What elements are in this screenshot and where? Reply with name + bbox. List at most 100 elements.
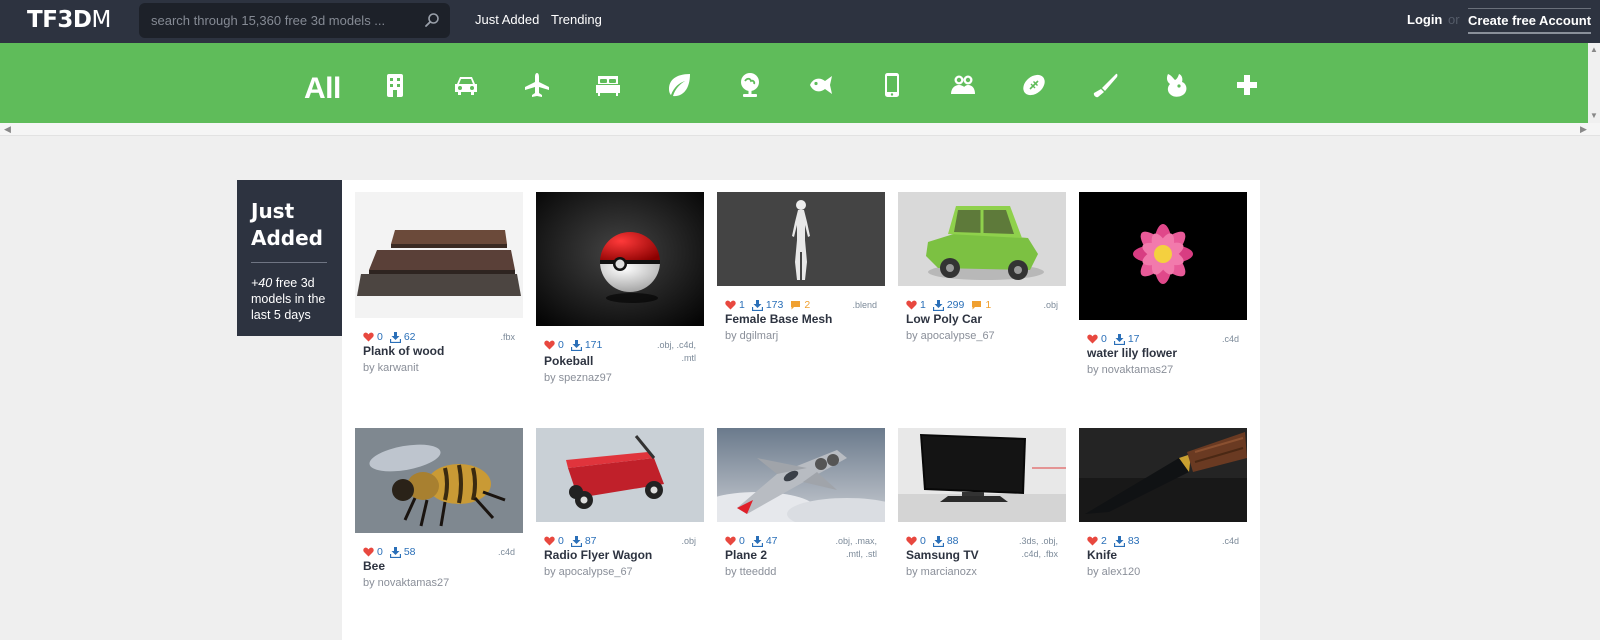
download-icon[interactable] — [570, 339, 582, 351]
download-icon[interactable] — [932, 535, 944, 547]
model-card[interactable]: 1 173 2 .blend Female Base Mesh by dgilm… — [717, 192, 885, 342]
model-author[interactable]: by tteeddd — [717, 566, 885, 578]
model-author[interactable]: by apocalypse_67 — [898, 330, 1066, 342]
tree-icon[interactable] — [737, 72, 763, 98]
model-author[interactable]: by alex120 — [1079, 566, 1247, 578]
file-formats: .obj — [1043, 300, 1058, 310]
model-author[interactable]: by marcianozx — [898, 566, 1066, 578]
model-meta: 0 171 .obj, .c4d, .mtl — [536, 331, 704, 363]
site-logo[interactable]: TF3DM — [27, 7, 111, 33]
football-icon[interactable] — [1021, 72, 1047, 98]
model-thumbnail[interactable] — [536, 428, 704, 522]
model-name[interactable]: Plank of wood — [355, 344, 523, 358]
car-icon[interactable] — [453, 72, 479, 98]
heart-icon[interactable] — [906, 536, 917, 546]
building-icon[interactable] — [382, 72, 408, 98]
model-card[interactable]: 0 47 .obj, .max, .mtl, .stl Plane 2 by t… — [697, 428, 907, 578]
download-icon[interactable] — [389, 546, 401, 558]
heart-icon[interactable] — [363, 547, 374, 557]
download-icon[interactable] — [1113, 333, 1125, 345]
model-card[interactable]: 1 299 1 .obj Low Poly Car by apocalypse_… — [898, 192, 1066, 342]
top-header: TF3DM Just Added Trending Login or Creat… — [0, 0, 1600, 43]
comment-icon[interactable] — [790, 300, 801, 310]
model-name[interactable]: water lily flower — [1079, 346, 1247, 360]
phone-icon[interactable] — [879, 72, 905, 98]
model-name[interactable]: Radio Flyer Wagon — [536, 548, 704, 562]
comment-icon[interactable] — [971, 300, 982, 310]
create-account-button[interactable]: Create free Account — [1468, 8, 1592, 34]
model-author[interactable]: by speznaz97 — [536, 372, 704, 384]
heart-icon[interactable] — [725, 536, 736, 546]
nav-trending[interactable]: Trending — [551, 12, 602, 27]
model-thumbnail[interactable] — [1079, 192, 1247, 320]
leaf-icon[interactable] — [666, 72, 692, 98]
likes-count: 0 — [920, 535, 926, 547]
model-thumbnail[interactable] — [697, 428, 907, 530]
comments-count: 1 — [985, 299, 992, 311]
category-all[interactable]: All — [304, 72, 341, 106]
download-icon[interactable] — [1113, 535, 1125, 547]
model-thumbnail[interactable] — [536, 192, 704, 326]
model-name[interactable]: Bee — [355, 559, 523, 573]
vertical-scrollbar[interactable]: ▲ ▼ — [1588, 43, 1600, 123]
horizontal-scrollbar[interactable]: ◀ ▶ — [0, 123, 1600, 136]
heart-icon[interactable] — [363, 332, 374, 342]
likes-count: 0 — [1101, 333, 1107, 345]
scroll-down-icon[interactable]: ▼ — [1590, 111, 1598, 120]
model-thumbnail[interactable] — [355, 192, 523, 318]
scroll-left-icon[interactable]: ◀ — [4, 124, 11, 135]
knife-icon[interactable] — [1092, 72, 1118, 98]
model-author[interactable]: by karwanit — [355, 362, 523, 374]
file-formats: .c4d — [497, 547, 515, 557]
file-formats: .obj, .c4d, .mtl — [656, 340, 696, 363]
model-name[interactable]: Low Poly Car — [898, 312, 1066, 326]
model-meta: 2 83 .c4d — [1079, 527, 1247, 547]
model-author[interactable]: by novaktamas27 — [1079, 364, 1247, 376]
heart-icon[interactable] — [725, 300, 736, 310]
model-name[interactable]: Knife — [1079, 548, 1247, 562]
download-icon[interactable] — [751, 299, 763, 311]
heart-icon[interactable] — [544, 536, 555, 546]
model-meta: 0 58 .c4d — [355, 538, 523, 558]
nav-just-added[interactable]: Just Added — [475, 12, 539, 27]
heart-icon[interactable] — [1087, 536, 1098, 546]
plus-icon[interactable] — [1234, 72, 1260, 98]
model-thumbnail[interactable] — [898, 192, 1066, 286]
model-author[interactable]: by apocalypse_67 — [536, 566, 704, 578]
model-thumbnail[interactable] — [355, 428, 523, 533]
model-thumbnail[interactable] — [1079, 428, 1247, 522]
download-icon[interactable] — [932, 299, 944, 311]
login-link[interactable]: Login — [1407, 12, 1442, 27]
fish-icon[interactable] — [808, 72, 834, 98]
model-card[interactable]: 0 17 .c4d water lily flower by novaktama… — [1079, 192, 1247, 376]
scroll-up-icon[interactable]: ▲ — [1590, 45, 1598, 54]
download-icon[interactable] — [570, 535, 582, 547]
model-meta: 1 299 1 .obj — [898, 291, 1066, 311]
search-input[interactable] — [151, 3, 421, 38]
model-author[interactable]: by dgilmarj — [717, 330, 885, 342]
heart-icon[interactable] — [1087, 334, 1098, 344]
model-thumbnail[interactable] — [717, 192, 885, 286]
model-author[interactable]: by novaktamas27 — [355, 577, 523, 589]
downloads-count: 83 — [1127, 535, 1140, 547]
people-icon[interactable] — [950, 72, 976, 98]
model-card[interactable]: 0 88 .3ds, .obj, .c4d, .fbx Samsung TV b… — [898, 428, 1066, 578]
download-icon[interactable] — [751, 535, 763, 547]
downloads-count: 62 — [403, 331, 416, 343]
model-card[interactable]: 0 87 .obj Radio Flyer Wagon by apocalyps… — [536, 428, 704, 578]
heart-icon[interactable] — [544, 340, 555, 350]
model-card[interactable]: 0 171 .obj, .c4d, .mtl Pokeball by spezn… — [536, 192, 704, 384]
category-bar: All — [0, 43, 1600, 123]
model-name[interactable]: Female Base Mesh — [717, 312, 885, 326]
model-card[interactable]: 0 62 .fbx Plank of wood by karwanit — [355, 192, 523, 374]
airplane-icon[interactable] — [524, 72, 550, 98]
furniture-icon[interactable] — [595, 72, 621, 98]
download-icon[interactable] — [389, 331, 401, 343]
heart-icon[interactable] — [906, 300, 917, 310]
search-icon[interactable] — [424, 12, 440, 28]
scroll-right-icon[interactable]: ▶ — [1580, 124, 1587, 135]
model-thumbnail[interactable] — [898, 428, 1066, 522]
animal-icon[interactable] — [1163, 72, 1189, 98]
model-card[interactable]: 2 83 .c4d Knife by alex120 — [1079, 428, 1247, 578]
model-card[interactable]: 0 58 .c4d Bee by novaktamas27 — [355, 428, 523, 589]
